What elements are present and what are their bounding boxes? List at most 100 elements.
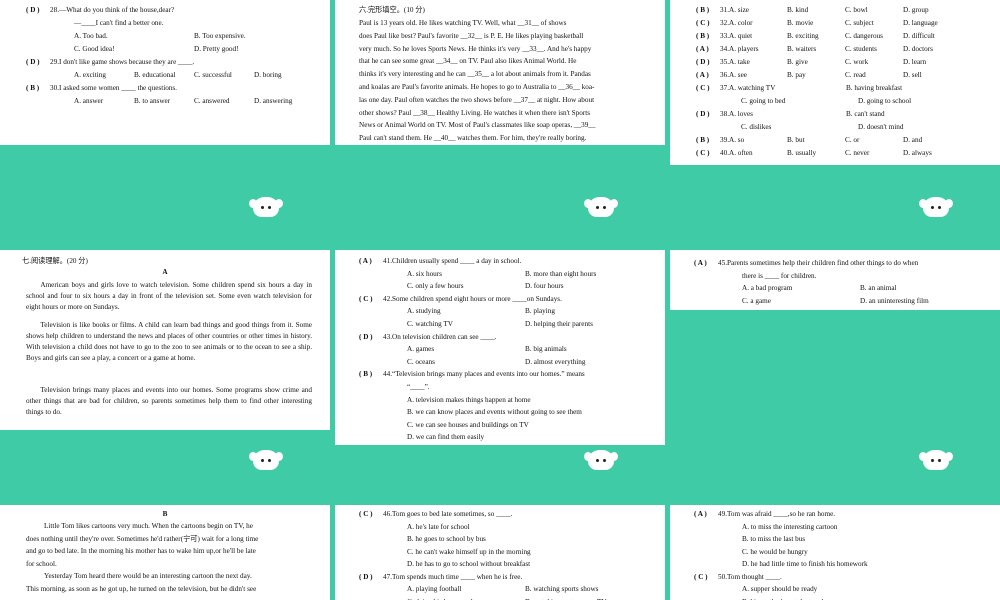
question-text: Children usually spend ____ a day in sch…	[392, 257, 522, 265]
answer-bracket: ( B )	[696, 32, 710, 40]
page-panel-9: ( A ) 49. Tom was afraid ____,so he ran ho…	[670, 505, 1000, 600]
option: A. players	[729, 45, 759, 53]
question-number: 36.	[720, 71, 729, 79]
question-number: 43.	[383, 332, 392, 341]
option: A. playing football	[407, 585, 462, 593]
passage-line: does nothing until they're over. Sometim…	[26, 534, 259, 543]
answer-bracket: ( B )	[26, 84, 40, 92]
option: B. waiters	[787, 45, 817, 53]
answer-bracket: ( C )	[696, 149, 710, 157]
option: D. almost everything	[525, 357, 586, 366]
option: C. dislikes	[741, 123, 772, 131]
option: B. pay	[787, 71, 806, 79]
option: A. a bad program	[742, 284, 793, 292]
option: B. give	[787, 58, 808, 66]
option: D. group	[903, 6, 929, 14]
option: D. always	[903, 149, 932, 157]
sheep-mascot-icon	[584, 448, 618, 470]
option: C. bowl	[845, 6, 868, 14]
question-number: 50.	[718, 572, 727, 581]
question-number: 42.	[383, 294, 392, 303]
question-text: —What do you think of the house,dear?	[59, 6, 175, 14]
question-line: C. he can't wake himself up in the morni…	[407, 547, 531, 556]
question-line: C. we can see houses and buildings on TV	[407, 420, 529, 429]
option: A. so	[729, 136, 745, 144]
passage-line: other shows? Paul __38__ Healthy Living.…	[359, 108, 591, 117]
answer-bracket: ( D )	[696, 58, 710, 66]
passage-line: and koalas are Paul's favorite animals. …	[359, 83, 595, 91]
option: D. four hours	[525, 282, 564, 291]
question-line: D. he has to go to school without breakf…	[407, 560, 531, 568]
option: D. language	[903, 19, 938, 27]
option: A. Too bad.	[74, 32, 108, 40]
answer-bracket: ( D )	[26, 58, 40, 66]
option: C. answered	[194, 97, 230, 105]
option: D. doctors	[903, 45, 933, 53]
page-panel-8: ( C ) 46. Tom goes to bed late sometimes, …	[335, 505, 665, 600]
option: A. see	[729, 71, 747, 79]
option: C. a game	[742, 296, 771, 305]
page-panel-1: ( D ) 28. —What do you think of the house,…	[0, 0, 330, 145]
question-text: Tom was afraid ____,so he ran home.	[727, 510, 836, 518]
sheep-mascot-icon	[249, 448, 283, 470]
question-text: Parents sometimes help their children fi…	[727, 259, 919, 267]
answer-bracket: ( C )	[696, 19, 710, 27]
question-text: I asked some women ____ the questions.	[59, 84, 177, 92]
answer-bracket: ( A )	[359, 257, 372, 265]
question-line: B. his mother's watch was slow	[742, 597, 832, 600]
option: A. studying	[407, 307, 441, 316]
option: B. big animals	[525, 345, 567, 354]
option: B. more than eight hours	[525, 269, 597, 278]
option: A. six hours	[407, 269, 442, 278]
question-number: 40.	[720, 149, 729, 157]
option: D. Pretty good!	[194, 45, 239, 53]
option: A. color	[729, 19, 753, 27]
question-line: D. he had little time to finish his home…	[742, 560, 868, 568]
question-line: D. we can find them easily	[407, 433, 485, 442]
question-line: A. he's late for school	[407, 522, 470, 531]
passage-paragraph: American boys and girls love to watch te…	[26, 281, 312, 312]
option: C. Good idea!	[74, 45, 115, 53]
option: D. watching cartoons on TV	[525, 597, 607, 600]
passage-line: and go to bed late. In the morning his m…	[26, 547, 256, 556]
option: C. work	[845, 58, 869, 66]
answer-bracket: ( D )	[359, 572, 373, 581]
option: B. usually	[787, 149, 817, 157]
question-number: 33.	[720, 32, 729, 40]
page-panel-3: ( B ) 31. A. size B. kind C. bowl D. group ( C…	[670, 0, 1000, 165]
option: B. having breakfast	[846, 84, 903, 92]
option: C. watching TV	[407, 320, 453, 328]
sheep-mascot-icon	[919, 195, 953, 217]
option: B. movie	[787, 19, 814, 27]
option: B. playing	[525, 307, 555, 316]
passage-line: very much. So he loves Sports News. He t…	[359, 44, 592, 53]
question-line: C. he would be hungry	[742, 547, 808, 556]
option: D. sell	[903, 71, 922, 79]
answer-bracket: ( C )	[696, 84, 710, 92]
answer-bracket: ( C )	[359, 510, 373, 518]
passage-label: A	[162, 268, 168, 276]
answer-bracket: ( D )	[696, 110, 710, 118]
question-text: Tom thought ____.	[727, 572, 782, 581]
question-text: “Television brings many places and event…	[392, 370, 585, 379]
option: C. read	[845, 71, 866, 79]
option: C. successful	[194, 71, 232, 79]
option: B. educational	[134, 71, 176, 79]
sheep-mascot-icon	[584, 195, 618, 217]
answer-bracket: ( A )	[696, 71, 709, 79]
question-number: 47.	[383, 572, 392, 581]
question-line: B. we can know places and events without…	[407, 408, 582, 417]
question-number: 45.	[718, 259, 727, 267]
option: D. learn	[903, 58, 927, 66]
answer-bracket: ( B )	[359, 370, 373, 379]
option: A. loves	[729, 110, 753, 118]
question-number: 35.	[720, 58, 729, 66]
question-line: A. to miss the interesting cartoon	[742, 522, 838, 531]
passage-line: Paul is 13 years old. He likes watching …	[359, 19, 567, 27]
option: A. take	[729, 58, 750, 66]
option: B. watching sports shows	[525, 585, 599, 593]
passage-line: that he can see some great __34__ on TV.…	[359, 57, 577, 66]
option: C. dangerous	[845, 32, 883, 40]
passage-paragraph: Television is like books or films. A chi…	[26, 321, 312, 363]
option: B. kind	[787, 6, 809, 14]
